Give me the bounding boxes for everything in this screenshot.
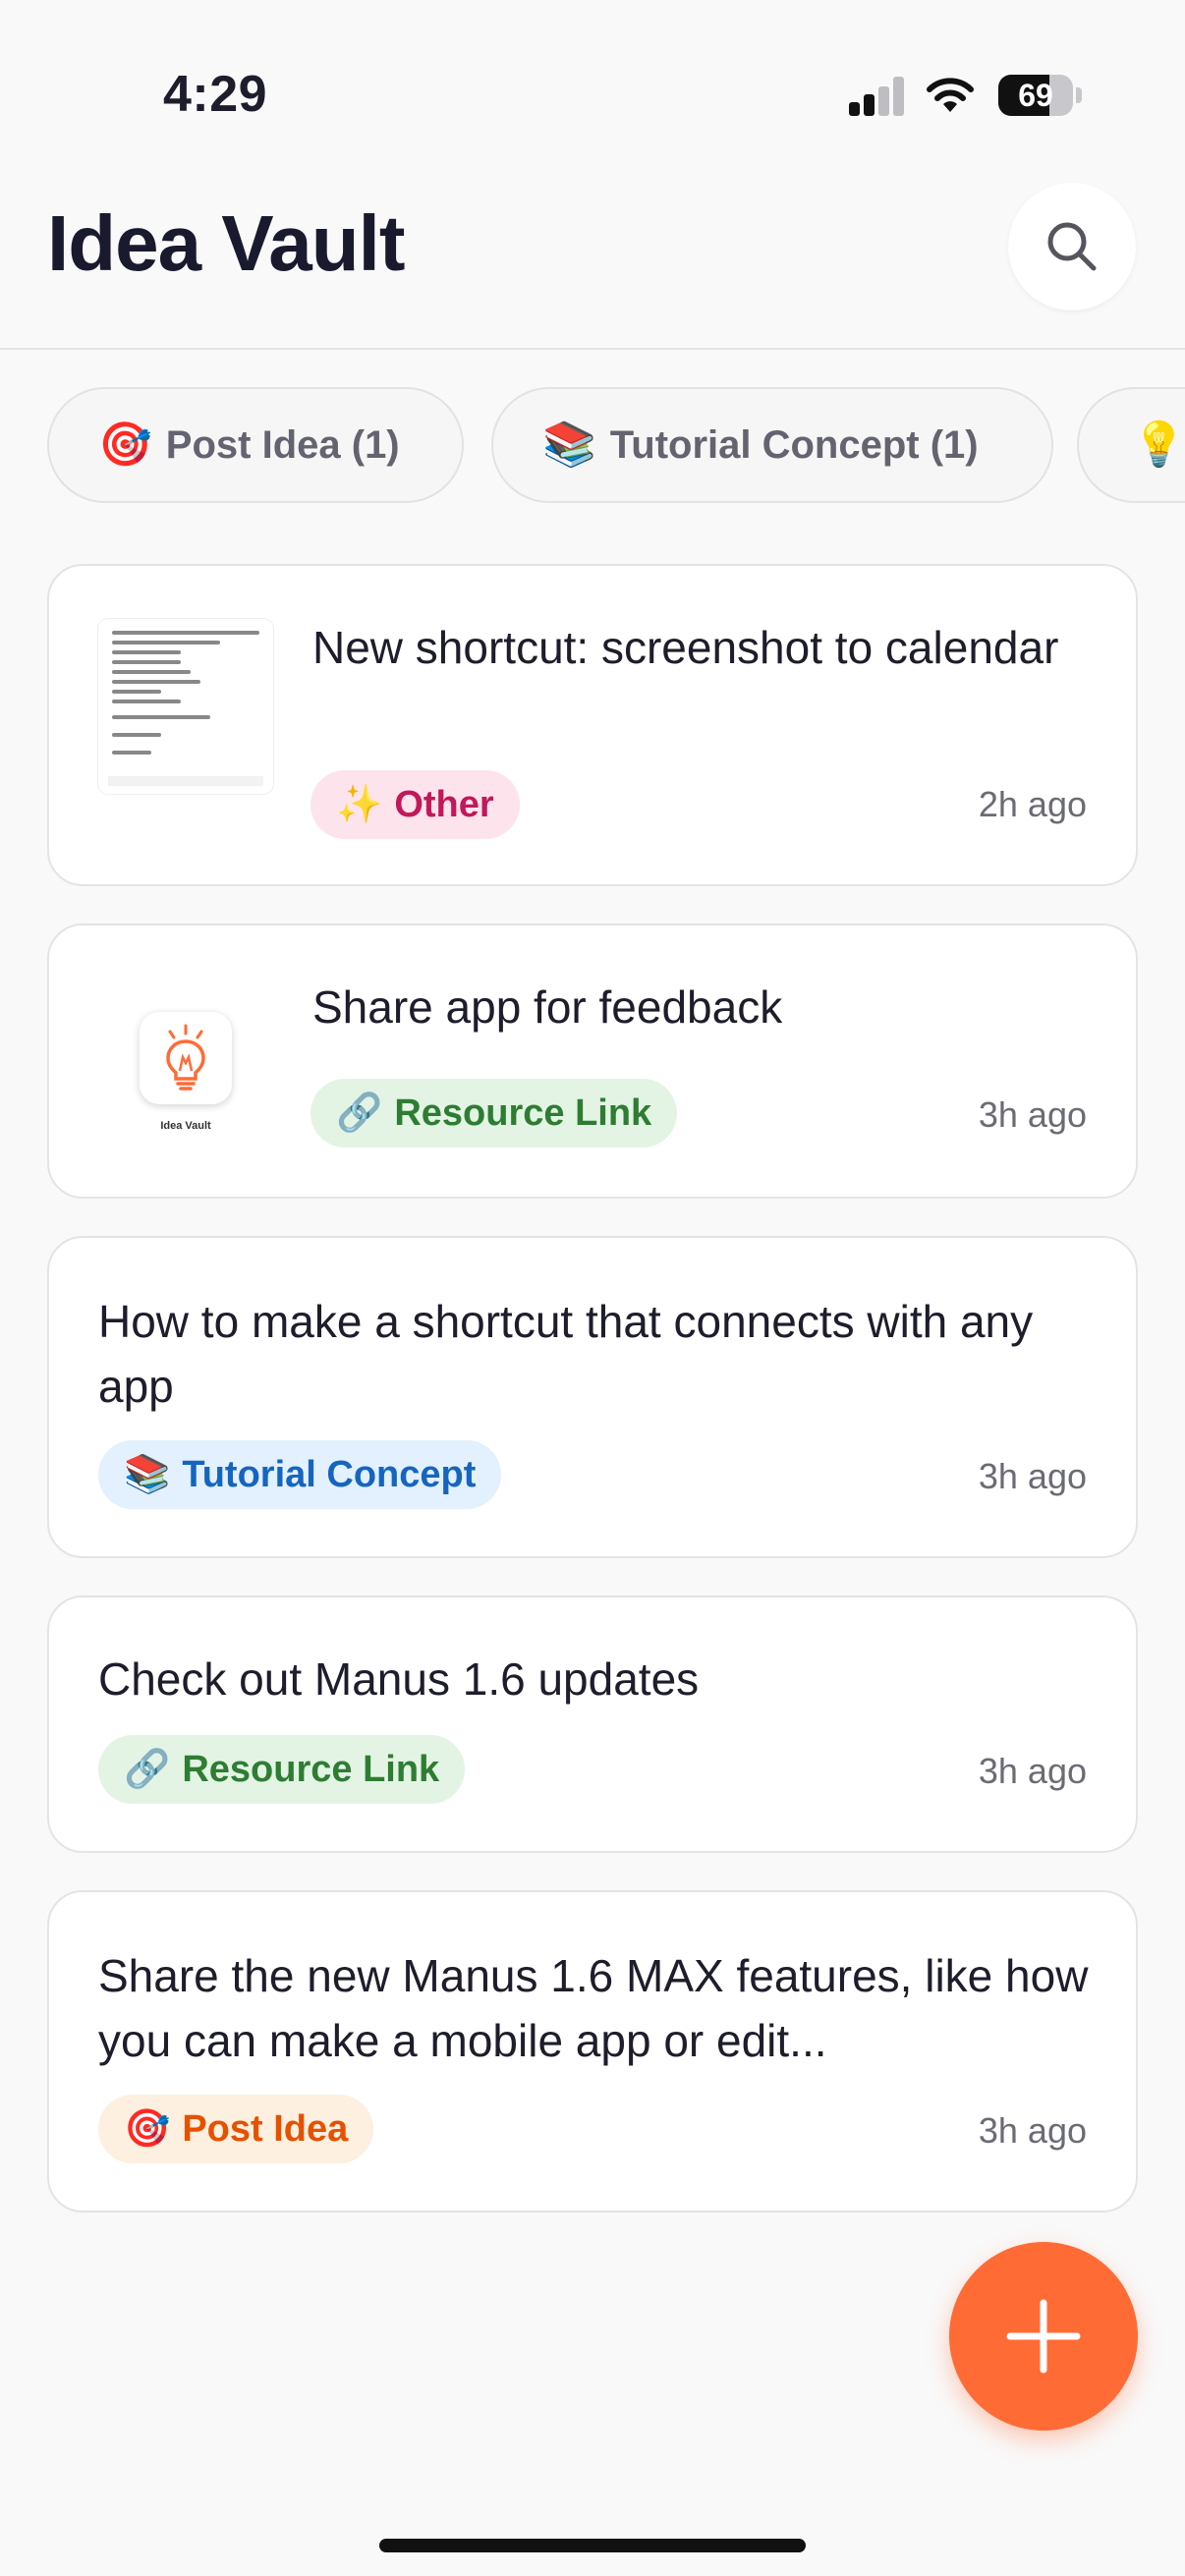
timestamp: 3h ago [978,1751,1087,1791]
app-name-caption: Idea Vault [160,1120,211,1132]
link-icon: 🔗 [124,1749,171,1790]
lightbulb-icon [140,1012,232,1104]
lightbulb-icon: 💡 [1132,420,1185,469]
timestamp: 2h ago [978,784,1087,824]
idea-title: How to make a shortcut that connects wit… [98,1296,1034,1412]
filter-chip-label: Tutorial Concept (1) [609,422,979,467]
home-indicator[interactable] [379,2539,806,2552]
target-icon: 🎯 [124,2108,171,2150]
status-bar: 4:29 69 [0,0,1185,147]
category-tag: ✨ Other [310,770,520,839]
app-icon-thumbnail: Idea Vault [98,977,273,1151]
idea-card[interactable]: Idea Vault Share app for feedback 🔗 Reso… [47,924,1138,1199]
plus-icon [1006,2299,1081,2374]
idea-vault-screen: 4:29 69 Idea Vault 🎯 Post Idea (1) 📚 Tut… [0,0,1185,2576]
books-icon: 📚 [124,1454,171,1495]
search-icon [1047,222,1097,271]
search-button[interactable] [1008,183,1136,310]
cellular-signal-icon [849,77,906,116]
filter-chip-tutorial-concept[interactable]: 📚 Tutorial Concept (1) [491,387,1053,503]
link-icon: 🔗 [336,1092,383,1134]
target-icon: 🎯 [98,420,152,469]
filter-chip-idea[interactable]: 💡 [1077,387,1185,503]
timestamp: 3h ago [978,1456,1087,1496]
category-tag: 🔗 Resource Link [310,1079,678,1148]
battery-percent: 69 [1018,78,1053,113]
filter-chip-label: Post Idea (1) [165,422,400,467]
idea-card[interactable]: Check out Manus 1.6 updates 🔗 Resource L… [47,1596,1138,1853]
wifi-icon [924,73,977,116]
idea-title: New shortcut: screenshot to calendar [312,622,1059,673]
category-tag: 🔗 Resource Link [98,1735,466,1804]
timestamp: 3h ago [978,1094,1087,1135]
status-time: 4:29 [163,66,268,123]
idea-title: Check out Manus 1.6 updates [98,1653,700,1705]
screenshot-thumbnail [98,619,273,794]
category-tag: 🎯 Post Idea [98,2095,374,2163]
idea-card[interactable]: Share the new Manus 1.6 MAX features, li… [47,1890,1138,2212]
filter-chip-post-idea[interactable]: 🎯 Post Idea (1) [47,387,464,503]
idea-card[interactable]: New shortcut: screenshot to calendar ✨ O… [47,564,1138,886]
idea-title: Share app for feedback [312,981,783,1033]
category-tag: 📚 Tutorial Concept [98,1440,502,1509]
idea-card[interactable]: How to make a shortcut that connects wit… [47,1236,1138,1558]
timestamp: 3h ago [978,2110,1087,2151]
idea-title: Share the new Manus 1.6 MAX features, li… [98,1950,1089,2066]
sparkles-icon: ✨ [336,784,383,825]
add-idea-button[interactable] [949,2242,1138,2431]
books-icon: 📚 [542,420,596,469]
battery-icon: 69 [998,75,1082,116]
page-title: Idea Vault [47,199,405,287]
category-filter-bar: 🎯 Post Idea (1) 📚 Tutorial Concept (1) 💡 [47,387,1185,503]
app-header: Idea Vault [0,147,1185,350]
